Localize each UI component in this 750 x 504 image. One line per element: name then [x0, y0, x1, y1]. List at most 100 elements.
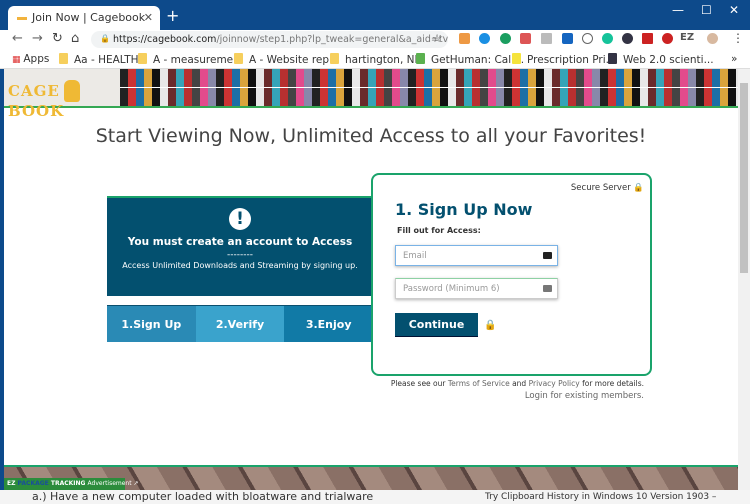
- menu-icon[interactable]: ⋮: [732, 31, 744, 45]
- signup-subtitle: Fill out for Access:: [397, 226, 481, 235]
- secure-server-label: Secure Server 🔒: [571, 183, 644, 193]
- bookmark-label: A - Website rep...: [249, 54, 340, 66]
- underlying-text: Try Clipboard History in Windows 10 Vers…: [485, 492, 717, 502]
- notice-panel: ! You must create an account to Access -…: [107, 196, 373, 296]
- folder-icon: [234, 53, 243, 64]
- terms-pre: Please see our: [390, 379, 446, 388]
- lock-icon: 🔒: [100, 34, 110, 43]
- url-path: /joinnow/step1.php?lp_tweak=general&a_ai…: [216, 34, 448, 45]
- ez-extension-icon[interactable]: EZ: [680, 32, 694, 43]
- apps-grid-icon: ▦: [12, 55, 24, 65]
- scrollbar-thumb[interactable]: [740, 83, 748, 273]
- underlying-page-strip: a.) Have a new computer loaded with bloa…: [0, 490, 750, 504]
- folder-icon: [330, 53, 339, 64]
- tab-close-icon[interactable]: ✕: [144, 11, 153, 24]
- minimize-icon[interactable]: —: [672, 3, 684, 17]
- extension-icon[interactable]: [642, 33, 653, 44]
- ad-brand: TRACKING: [50, 480, 86, 487]
- ad-brand: PACKAGE: [17, 480, 49, 487]
- password-input[interactable]: Password (Minimum 6): [395, 278, 558, 299]
- login-link[interactable]: Login for existing members.: [525, 391, 644, 401]
- logo-text: BOOK: [8, 102, 65, 120]
- ad-badge[interactable]: EZ PACKAGE TRACKING Advertisement ↗: [4, 478, 139, 490]
- extension-icon[interactable]: [622, 33, 633, 44]
- favicon-icon: [17, 17, 27, 20]
- bookmark-label: GetHuman: Call...: [431, 54, 525, 66]
- close-window-icon[interactable]: ✕: [729, 3, 739, 17]
- extension-icon[interactable]: [479, 33, 490, 44]
- browser-tab[interactable]: Join Now | Cagebook ✕: [8, 6, 160, 30]
- terms-and: and: [512, 379, 527, 388]
- password-placeholder: Password (Minimum 6): [403, 284, 500, 294]
- home-icon[interactable]: ⌂: [71, 31, 79, 46]
- step-sign-up: 1.Sign Up: [107, 306, 196, 342]
- bookmarks-bar: ▦ Apps Aa - HEALTH A - measureme... A - …: [0, 49, 750, 69]
- notice-divider: --------: [227, 250, 253, 260]
- step-verify: 2.Verify: [195, 306, 285, 342]
- bookmark-label: Prescription Pri...: [527, 54, 616, 66]
- bookmark-item[interactable]: GetHuman: Call...: [416, 53, 524, 66]
- extension-icon[interactable]: [459, 33, 470, 44]
- maximize-icon[interactable]: ☐: [701, 3, 712, 17]
- page-icon: [608, 53, 617, 64]
- autofill-icon[interactable]: [543, 285, 552, 292]
- rx-icon: [512, 53, 521, 64]
- email-input[interactable]: Email: [395, 245, 558, 266]
- bookmark-item[interactable]: Aa - HEALTH: [59, 53, 139, 66]
- book-covers-strip: [120, 69, 738, 106]
- continue-button[interactable]: Continue: [395, 313, 478, 337]
- extension-icon[interactable]: [541, 33, 552, 44]
- terms-of-service-link[interactable]: Terms of Service: [448, 379, 510, 388]
- bookmark-star-icon[interactable]: ☆: [432, 32, 442, 45]
- reload-icon[interactable]: ↻: [52, 31, 63, 46]
- email-placeholder: Email: [403, 251, 427, 261]
- page-content: CAGE BOOK Start Viewing Now, Unlimited Ac…: [4, 69, 738, 465]
- url-domain: https://cagebook.com: [113, 34, 217, 45]
- back-icon[interactable]: ←: [12, 31, 23, 46]
- new-tab-button[interactable]: +: [166, 6, 179, 25]
- signup-card: Secure Server 🔒 1. Sign Up Now Fill out …: [371, 173, 652, 376]
- folder-icon: [59, 53, 68, 64]
- check-extension-icon[interactable]: [582, 33, 593, 44]
- tab-title: Join Now | Cagebook: [32, 11, 146, 24]
- privacy-policy-link[interactable]: Privacy Policy: [529, 379, 580, 388]
- ad-label: Advertisement ↗: [87, 480, 139, 487]
- bookmark-label: Apps: [23, 53, 50, 65]
- bookmark-label: Aa - HEALTH: [74, 54, 139, 66]
- bookmark-item[interactable]: Prescription Pri...: [512, 53, 616, 66]
- bookmark-item[interactable]: Web 2.0 scienti...: [608, 53, 714, 66]
- extension-icon[interactable]: [500, 33, 511, 44]
- logo-cup-icon: [63, 80, 80, 102]
- scrollbar[interactable]: [738, 69, 750, 490]
- secure-text: Secure Server: [570, 183, 631, 193]
- bookmark-apps[interactable]: ▦ Apps: [12, 53, 49, 65]
- underlying-text: a.) Have a new computer loaded with bloa…: [32, 490, 374, 503]
- step-enjoy: 3.Enjoy: [284, 306, 374, 342]
- autofill-icon[interactable]: [543, 252, 552, 259]
- notice-title: You must create an account to Access: [127, 236, 353, 248]
- bookmark-item[interactable]: hartington, NE: [330, 53, 421, 66]
- ad-brand: EZ: [7, 480, 16, 487]
- address-bar[interactable]: 🔒 https://cagebook.com/joinnow/step1.php?…: [91, 31, 448, 48]
- gethuman-icon: [416, 53, 425, 64]
- shield-extension-icon[interactable]: [562, 33, 573, 44]
- lock-icon: 🔒: [484, 320, 497, 331]
- forward-icon[interactable]: →: [32, 31, 43, 46]
- bookmark-label: A - measureme...: [153, 54, 244, 66]
- page-title: Start Viewing Now, Unlimited Access to a…: [95, 125, 647, 147]
- bookmark-item[interactable]: A - Website rep...: [234, 53, 339, 66]
- steps-bar: 1.Sign Up 2.Verify 3.Enjoy: [107, 305, 374, 342]
- signup-title: 1. Sign Up Now: [395, 200, 533, 219]
- mail-extension-icon[interactable]: [520, 33, 531, 44]
- site-banner: CAGE BOOK: [4, 69, 738, 120]
- bookmark-label: Web 2.0 scienti...: [623, 54, 714, 66]
- cagebook-logo[interactable]: CAGE BOOK: [4, 69, 120, 120]
- notice-subtitle: Access Unlimited Downloads and Streaming…: [122, 261, 358, 270]
- grammarly-icon[interactable]: [602, 33, 613, 44]
- avatar[interactable]: [707, 33, 718, 44]
- more-bookmarks[interactable]: »: [731, 53, 737, 65]
- terms-text: Please see our Terms of Service and Priv…: [391, 379, 644, 388]
- stop-extension-icon[interactable]: [662, 33, 673, 44]
- logo-text: CAGE: [8, 82, 60, 100]
- bookmark-item[interactable]: A - measureme...: [138, 53, 243, 66]
